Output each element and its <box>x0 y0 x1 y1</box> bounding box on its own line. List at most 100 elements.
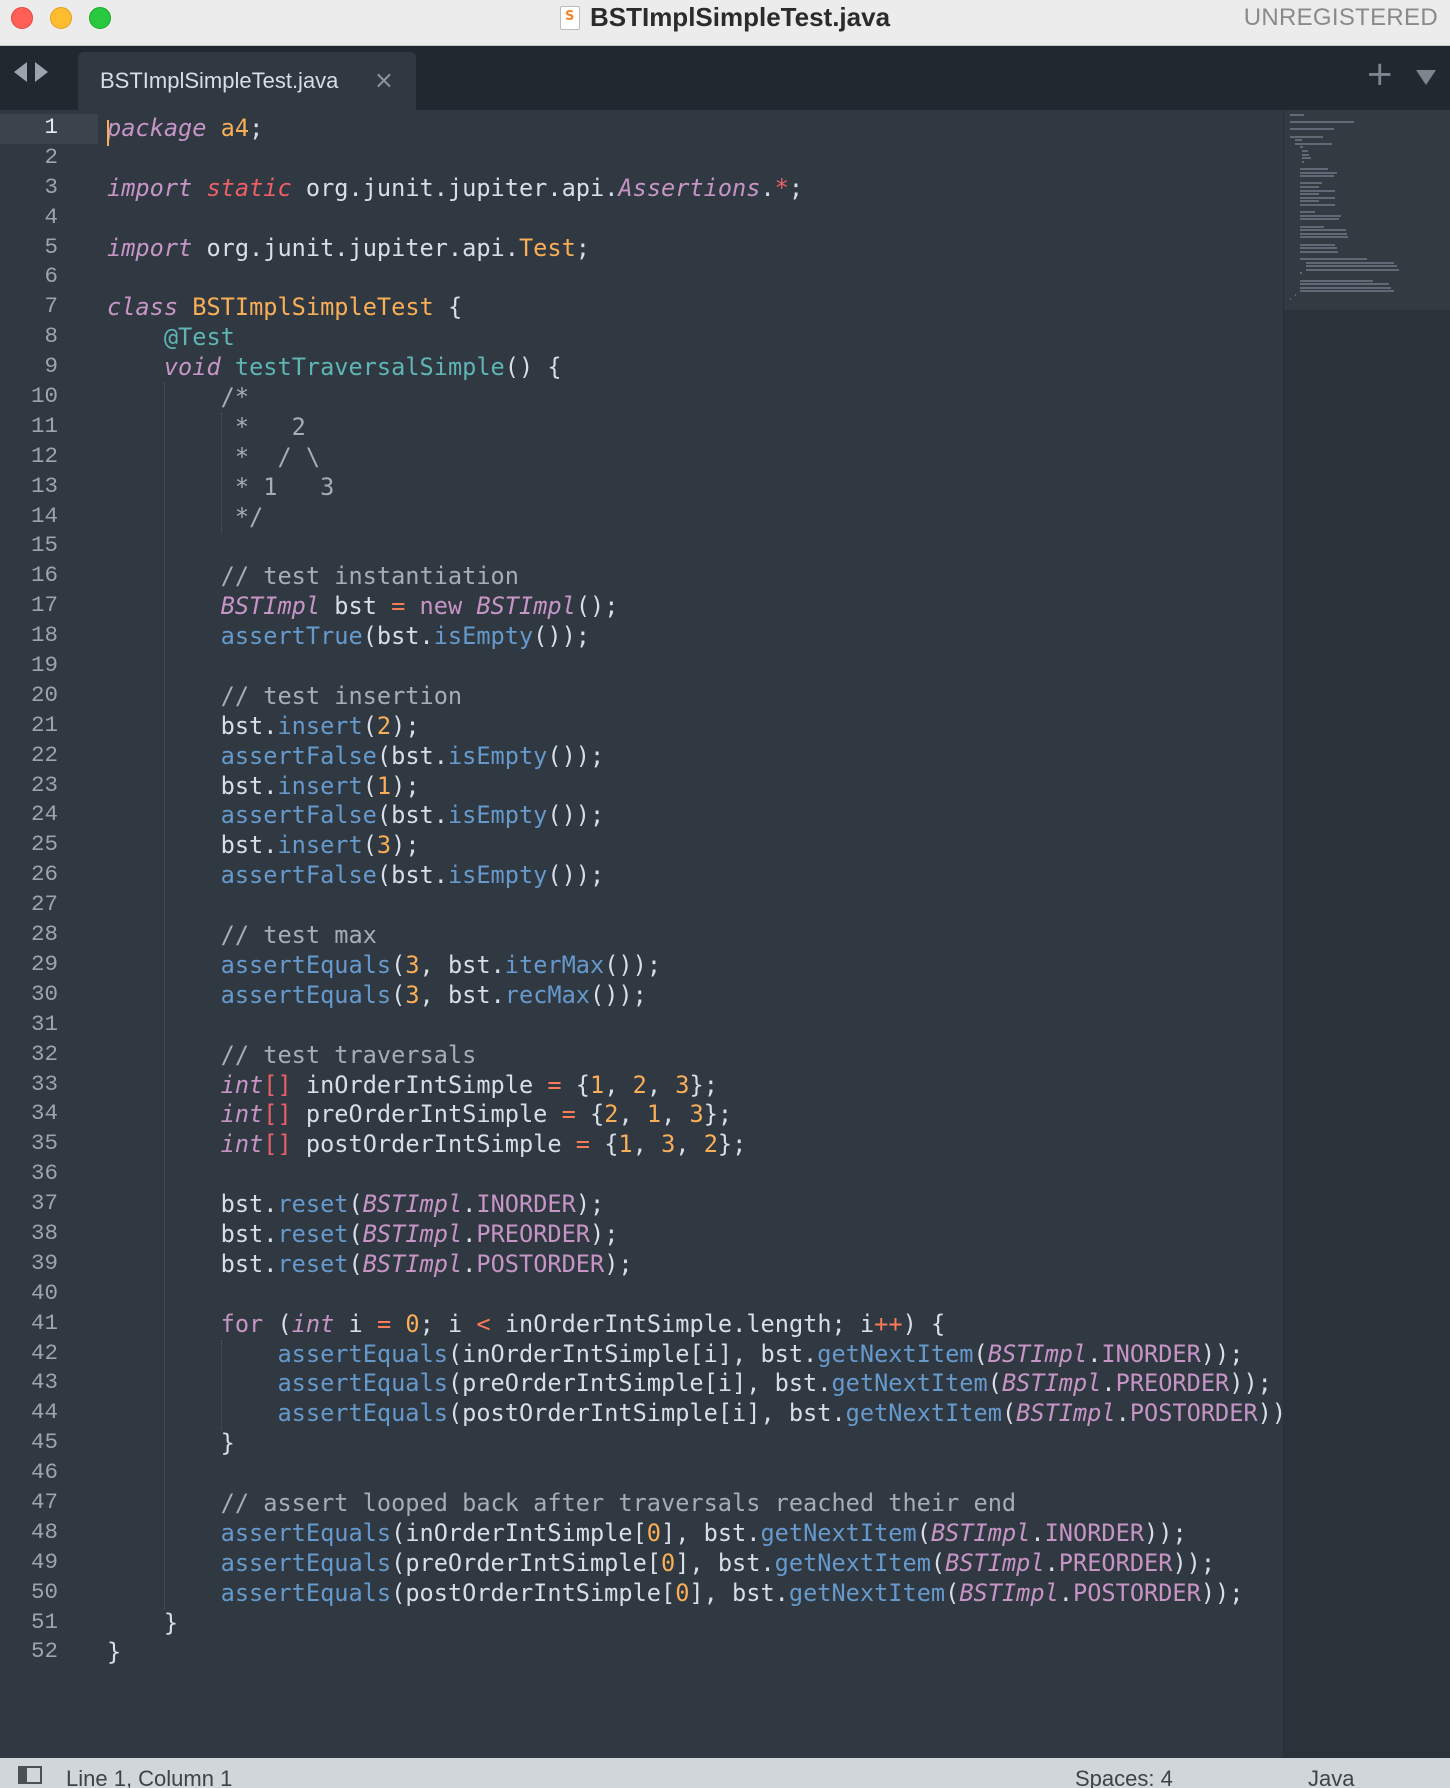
line-number[interactable]: 28 <box>0 921 58 951</box>
line-number[interactable]: 31 <box>0 1011 58 1041</box>
code-line[interactable]: assertFalse(bst.isEmpty()); <box>107 861 1287 891</box>
code-line[interactable]: assertEquals(postOrderIntSimple[i], bst.… <box>107 1399 1287 1429</box>
line-number[interactable]: 52 <box>0 1638 58 1668</box>
line-number[interactable]: 8 <box>0 323 58 353</box>
line-number[interactable]: 2 <box>0 144 58 174</box>
code-line[interactable]: ​ <box>107 263 1287 293</box>
code-line[interactable]: * 1 3 <box>107 473 1287 503</box>
line-number[interactable]: 3 <box>0 174 58 204</box>
line-number[interactable]: 38 <box>0 1220 58 1250</box>
line-number[interactable]: 51 <box>0 1609 58 1639</box>
line-number[interactable]: 25 <box>0 831 58 861</box>
minimap[interactable] <box>1283 110 1450 1758</box>
line-number[interactable]: 10 <box>0 383 58 413</box>
code-line[interactable]: assertEquals(3, bst.iterMax()); <box>107 951 1287 981</box>
code-line[interactable]: assertEquals(inOrderIntSimple[0], bst.ge… <box>107 1519 1287 1549</box>
syntax-selector[interactable]: Java <box>1308 1766 1354 1788</box>
line-number[interactable]: 4 <box>0 204 58 234</box>
line-number[interactable]: 9 <box>0 353 58 383</box>
code-line[interactable]: ​ <box>107 532 1287 562</box>
close-icon[interactable]: × <box>374 66 394 94</box>
code-line[interactable]: ​ <box>107 1280 1287 1310</box>
line-number[interactable]: 39 <box>0 1250 58 1280</box>
line-number[interactable]: 16 <box>0 562 58 592</box>
line-number[interactable]: 13 <box>0 473 58 503</box>
code-line[interactable]: } <box>107 1429 1287 1459</box>
line-number[interactable]: 45 <box>0 1429 58 1459</box>
code-line[interactable]: bst.insert(3); <box>107 831 1287 861</box>
chevron-left-icon[interactable] <box>14 62 27 82</box>
code-line[interactable]: for (int i = 0; i < inOrderIntSimple.len… <box>107 1310 1287 1340</box>
code-line[interactable]: import static org.junit.jupiter.api.Asse… <box>107 174 1287 204</box>
code-line[interactable]: BSTImpl bst = new BSTImpl(); <box>107 592 1287 622</box>
indentation-setting[interactable]: Spaces: 4 <box>1075 1766 1173 1788</box>
code-line[interactable]: bst.insert(2); <box>107 712 1287 742</box>
code-line[interactable]: void testTraversalSimple() { <box>107 353 1287 383</box>
chevron-right-icon[interactable] <box>35 62 48 82</box>
line-number[interactable]: 30 <box>0 981 58 1011</box>
chevron-down-icon[interactable] <box>1416 70 1436 85</box>
code-line[interactable]: bst.reset(BSTImpl.POSTORDER); <box>107 1250 1287 1280</box>
line-number[interactable]: 48 <box>0 1519 58 1549</box>
code-line[interactable]: ​ <box>107 144 1287 174</box>
code-line[interactable]: // test insertion <box>107 682 1287 712</box>
code-line[interactable]: ​ <box>107 652 1287 682</box>
line-number[interactable]: 46 <box>0 1459 58 1489</box>
code-line[interactable]: int[] postOrderIntSimple = {1, 3, 2}; <box>107 1130 1287 1160</box>
line-number[interactable]: 20 <box>0 682 58 712</box>
code-line[interactable]: bst.reset(BSTImpl.INORDER); <box>107 1190 1287 1220</box>
code-view[interactable]: package a4;​import static org.junit.jupi… <box>107 114 1287 1724</box>
code-line[interactable]: import org.junit.jupiter.api.Test; <box>107 234 1287 264</box>
code-line[interactable]: @Test <box>107 323 1287 353</box>
code-line[interactable]: bst.insert(1); <box>107 772 1287 802</box>
line-number[interactable]: 37 <box>0 1190 58 1220</box>
line-number[interactable]: 12 <box>0 443 58 473</box>
line-number[interactable]: 27 <box>0 891 58 921</box>
line-number[interactable]: 24 <box>0 801 58 831</box>
code-line[interactable]: assertEquals(preOrderIntSimple[0], bst.g… <box>107 1549 1287 1579</box>
line-number[interactable]: 18 <box>0 622 58 652</box>
line-number[interactable]: 36 <box>0 1160 58 1190</box>
line-number[interactable]: 21 <box>0 712 58 742</box>
line-number[interactable]: 29 <box>0 951 58 981</box>
code-line[interactable]: ​ <box>107 1459 1287 1489</box>
code-line[interactable]: assertEquals(postOrderIntSimple[0], bst.… <box>107 1579 1287 1609</box>
line-number[interactable]: 34 <box>0 1100 58 1130</box>
code-line[interactable]: assertFalse(bst.isEmpty()); <box>107 742 1287 772</box>
line-number[interactable]: 49 <box>0 1549 58 1579</box>
tab-bstimplsimpletest[interactable]: BSTImplSimpleTest.java × <box>78 52 416 110</box>
plus-icon[interactable]: + <box>1366 54 1395 94</box>
code-line[interactable]: ​ <box>107 204 1287 234</box>
code-line[interactable]: * 2 <box>107 413 1287 443</box>
line-number[interactable]: 6 <box>0 263 58 293</box>
line-number[interactable]: 47 <box>0 1489 58 1519</box>
line-number[interactable]: 35 <box>0 1130 58 1160</box>
line-number[interactable]: 11 <box>0 413 58 443</box>
code-line[interactable]: } <box>107 1609 1287 1639</box>
line-number[interactable]: 40 <box>0 1280 58 1310</box>
line-number[interactable]: 41 <box>0 1310 58 1340</box>
panel-toggle-icon[interactable] <box>18 1766 42 1784</box>
line-number[interactable]: 44 <box>0 1399 58 1429</box>
line-number[interactable]: 50 <box>0 1579 58 1609</box>
code-line[interactable]: assertTrue(bst.isEmpty()); <box>107 622 1287 652</box>
code-line[interactable]: bst.reset(BSTImpl.PREORDER); <box>107 1220 1287 1250</box>
code-line[interactable]: // test instantiation <box>107 562 1287 592</box>
line-number[interactable]: 43 <box>0 1369 58 1399</box>
code-line[interactable]: class BSTImplSimpleTest { <box>107 293 1287 323</box>
code-line[interactable]: assertFalse(bst.isEmpty()); <box>107 801 1287 831</box>
line-number-gutter[interactable]: 1 2 3 4 5 6 7 8 9 10 11 12 13 14 15 16 17 18 19 20 21 22 23 24 2… <box>0 110 98 1758</box>
line-number[interactable]: 17 <box>0 592 58 622</box>
line-number[interactable]: 7 <box>0 293 58 323</box>
code-line[interactable]: int[] preOrderIntSimple = {2, 1, 3}; <box>107 1100 1287 1130</box>
code-line[interactable]: */ <box>107 503 1287 533</box>
code-line[interactable]: // assert looped back after traversals r… <box>107 1489 1287 1519</box>
code-line[interactable]: int[] inOrderIntSimple = {1, 2, 3}; <box>107 1071 1287 1101</box>
code-line[interactable]: package a4; <box>107 114 1287 146</box>
code-line[interactable]: assertEquals(inOrderIntSimple[i], bst.ge… <box>107 1340 1287 1370</box>
code-line[interactable]: * / \ <box>107 443 1287 473</box>
line-number[interactable]: 33 <box>0 1071 58 1101</box>
code-line[interactable]: // test traversals <box>107 1041 1287 1071</box>
code-line[interactable]: ​ <box>107 1160 1287 1190</box>
line-number[interactable]: 19 <box>0 652 58 682</box>
